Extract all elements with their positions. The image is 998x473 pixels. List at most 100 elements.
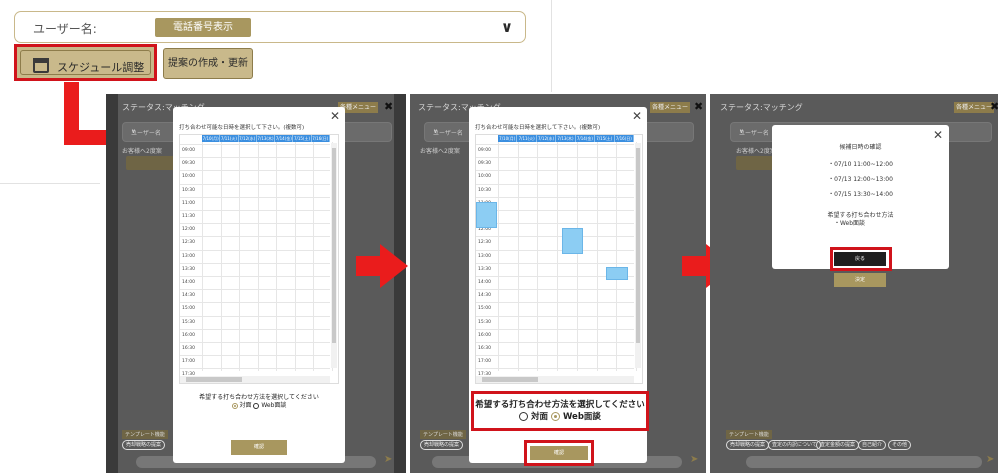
confirm-button[interactable]: 確認 [530, 446, 588, 460]
time-row[interactable]: 16:00 [476, 328, 634, 342]
decide-button[interactable]: 決定 [834, 273, 886, 287]
time-label: 13:00 [478, 253, 491, 259]
time-label: 11:00 [182, 200, 195, 206]
time-label: 13:00 [182, 253, 195, 259]
template-pill[interactable]: 査定金額の提案 [816, 440, 860, 450]
time-row[interactable]: 12:30 [476, 236, 634, 249]
divider [0, 183, 100, 184]
schedule-modal: ✕ 打ち合わせ可能な日時を選択して下さい。(複数可) 7/10(月) 7/11(… [173, 107, 345, 463]
radio-face-label: 対面 [531, 412, 549, 422]
guest-note: お客様へ2度案 [122, 148, 162, 155]
schedule-button[interactable]: スケジュール調整 [20, 50, 151, 75]
time-row[interactable]: 12:00 [476, 223, 634, 236]
time-row[interactable]: 16:30 [476, 342, 634, 355]
close-icon[interactable]: ✕ [933, 128, 943, 142]
time-label: 13:30 [182, 266, 195, 272]
phone-number-button[interactable]: 電話番号表示 [155, 18, 251, 37]
send-icon[interactable]: ➤ [986, 454, 994, 465]
decide-highlight [830, 247, 892, 271]
calendar-icon [33, 58, 49, 73]
send-icon[interactable]: ➤ [690, 454, 698, 465]
close-icon[interactable]: ✕ [330, 109, 340, 123]
grid-line [596, 142, 598, 371]
proposal-button[interactable]: 提案の作成・更新 [163, 48, 253, 79]
time-label: 15:00 [182, 306, 195, 312]
chevron-down-icon[interactable]: ∨ [501, 18, 513, 36]
menu-button[interactable]: 各種メニュー [954, 102, 994, 113]
scroll-thumb[interactable] [186, 377, 242, 382]
vertical-scrollbar[interactable] [331, 143, 337, 368]
time-row[interactable]: 11:30 [476, 210, 634, 223]
close-icon[interactable]: ✖ [694, 100, 703, 113]
template-pill[interactable]: 売却戦略の提案 [726, 440, 770, 450]
time-label: 16:30 [478, 346, 491, 351]
time-label: 16:00 [182, 332, 195, 338]
radio-web-label: Web面談 [261, 402, 287, 409]
template-pill[interactable]: 売却戦略の提案 [122, 440, 166, 450]
radio-face[interactable] [231, 402, 238, 409]
time-label: 17:00 [182, 359, 195, 365]
grid-line [498, 142, 499, 371]
template-pill[interactable]: その他 [888, 440, 912, 450]
message-input[interactable] [746, 456, 982, 468]
user-name-bar[interactable]: ユーザー名: 電話番号表示 ∨ [14, 11, 526, 43]
calendar-instruction: 打ち合わせ可能な日時を選択して下さい。(複数可) [475, 125, 601, 131]
time-row[interactable]: 11:00 [476, 196, 634, 210]
screenshot-panel-confirm: ステータス:マッチング 各種メニュー ✖ ユーザー名 ∨ お客様へ2度案 テンプ… [710, 94, 998, 473]
selected-slot[interactable] [562, 228, 583, 254]
screenshot-panel-selection: ステータス:マッチング 各種メニュー ✖ ユーザー名 ∨ お客様へ2度案 テンプ… [410, 94, 706, 473]
close-icon[interactable]: ✖ [990, 100, 998, 113]
day-header: 7/12(水) [537, 135, 557, 142]
time-row[interactable]: 10:30 [476, 183, 634, 197]
selected-slot[interactable] [606, 267, 628, 280]
horizontal-scrollbar[interactable] [180, 376, 330, 383]
time-row[interactable]: 13:00 [476, 249, 634, 263]
close-icon[interactable]: ✕ [632, 109, 642, 123]
time-label: 10:30 [182, 187, 195, 193]
menu-button[interactable]: 各種メニュー [650, 102, 690, 113]
radio-web[interactable] [253, 402, 260, 409]
grid-line [537, 142, 539, 371]
day-header: 7/13(木) [556, 135, 576, 142]
radio-web-label: Web面談 [562, 412, 601, 422]
confirm-button[interactable]: 確認 [231, 440, 287, 455]
template-pill[interactable]: 査定の内訳について [768, 440, 821, 450]
day-header: 7/15(土) [293, 135, 312, 142]
time-row[interactable]: 17:00 [476, 355, 634, 368]
day-header: 7/11(火) [220, 135, 239, 142]
radio-web[interactable] [551, 412, 561, 421]
grid-line [517, 142, 519, 371]
status-title: ステータス:マッチング [720, 103, 803, 112]
time-row[interactable]: 10:00 [476, 170, 634, 183]
time-label: 14:30 [478, 293, 491, 299]
calendar-grid[interactable]: 7/10(月) 7/11(火) 7/12(水) 7/13(木) 7/14(金) … [179, 134, 339, 384]
method-highlight: 希望する打ち合わせ方法を選択してください 対面 Web面談 [471, 391, 649, 431]
scroll-thumb[interactable] [482, 377, 538, 382]
day-header: 7/14(金) [576, 135, 596, 142]
time-row[interactable]: 15:00 [476, 302, 634, 315]
time-row[interactable]: 09:30 [476, 157, 634, 170]
template-pill[interactable]: 売却戦略の提案 [420, 440, 464, 450]
send-icon[interactable]: ➤ [384, 454, 392, 465]
time-row[interactable]: 09:00 [476, 144, 634, 157]
scroll-thumb[interactable] [636, 148, 640, 343]
calendar-grid[interactable]: 7/10(月) 7/11(火) 7/12(水) 7/13(木) 7/14(金) … [475, 134, 643, 384]
time-label: 12:00 [182, 227, 195, 233]
method-options: 対面 Web面談 [173, 400, 345, 409]
scroll-thumb[interactable] [332, 148, 336, 343]
selected-slot[interactable] [476, 202, 497, 228]
grid-line [294, 142, 296, 371]
close-icon[interactable]: ✖ [384, 100, 393, 113]
time-row[interactable]: 15:30 [476, 315, 634, 329]
slot-item: ・07/13 12:00~13:00 [828, 176, 893, 183]
template-pill[interactable]: 自己紹介 [858, 440, 887, 450]
method-question: 希望する打ち合わせ方法を選択してください [475, 400, 645, 410]
vertical-scrollbar[interactable] [635, 143, 641, 368]
horizontal-scrollbar[interactable] [476, 376, 634, 383]
time-label: 09:00 [182, 148, 195, 153]
time-label: 16:00 [478, 332, 491, 338]
time-row[interactable]: 14:30 [476, 289, 634, 302]
radio-face[interactable] [519, 412, 529, 421]
time-label: 10:00 [182, 174, 195, 180]
day-header: 7/16(日) [312, 135, 330, 142]
